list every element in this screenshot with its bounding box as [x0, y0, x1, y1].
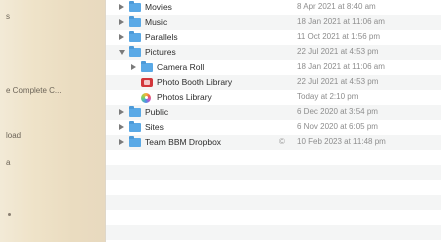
file-date-modified: 8 Apr 2021 at 8:40 am [297, 2, 376, 11]
file-name: Public [145, 107, 169, 117]
disclosure-closed-icon[interactable] [119, 34, 124, 40]
file-name: Photos Library [157, 92, 212, 102]
disclosure-closed-icon[interactable] [119, 109, 124, 115]
file-name: Photo Booth Library [157, 77, 233, 87]
file-date-modified: 6 Dec 2020 at 3:54 pm [297, 107, 378, 116]
disclosure-closed-icon[interactable] [131, 64, 136, 70]
empty-row [106, 180, 441, 195]
sidebar-item[interactable]: s [6, 12, 10, 21]
sidebar-item[interactable]: load [6, 131, 21, 140]
folder-icon [129, 1, 141, 12]
disclosure-closed-icon[interactable] [119, 19, 124, 25]
folder-icon [129, 106, 141, 117]
file-row[interactable]: Camera Roll 18 Jan 2021 at 11:06 am [106, 60, 441, 75]
file-row[interactable]: Movies 8 Apr 2021 at 8:40 am [106, 0, 441, 15]
folder-icon [129, 46, 141, 57]
empty-row [106, 210, 441, 225]
disclosure-open-icon[interactable] [119, 50, 125, 55]
file-list: Movies 8 Apr 2021 at 8:40 am Music 18 Jan 2… [106, 0, 441, 242]
file-row[interactable]: Photos Library Today at 2:10 pm [106, 90, 441, 105]
file-date-modified: 22 Jul 2021 at 4:53 pm [297, 77, 379, 86]
file-row[interactable]: Pictures 22 Jul 2021 at 4:53 pm [106, 45, 441, 60]
folder-icon [129, 16, 141, 27]
file-row[interactable]: Team BBM Dropbox © 10 Feb 2023 at 11:48 pm [106, 135, 441, 150]
sidebar-item[interactable]: a [6, 158, 10, 167]
empty-row [106, 150, 441, 165]
folder-icon [129, 31, 141, 42]
file-name: Movies [145, 2, 172, 12]
file-date-modified: 10 Feb 2023 at 11:48 pm [297, 137, 386, 146]
file-row[interactable]: Photo Booth Library 22 Jul 2021 at 4:53 p… [106, 75, 441, 90]
file-name: Sites [145, 122, 164, 132]
file-name: Pictures [145, 47, 176, 57]
sidebar: s e Complete C... load a [0, 0, 106, 242]
empty-row [106, 195, 441, 210]
sidebar-dot [8, 213, 11, 216]
file-name: Team BBM Dropbox [145, 137, 222, 147]
folder-icon [141, 61, 153, 72]
photos-library-icon [141, 92, 151, 103]
file-row[interactable]: Sites 6 Nov 2020 at 6:05 pm [106, 120, 441, 135]
finder-window: s e Complete C... load a Movies 8 Apr 202… [0, 0, 441, 242]
file-row[interactable]: Public 6 Dec 2020 at 3:54 pm [106, 105, 441, 120]
empty-row [106, 165, 441, 180]
file-date-modified: 11 Oct 2021 at 1:56 pm [297, 32, 381, 41]
sidebar-item[interactable]: e Complete C... [6, 86, 62, 95]
photo-booth-icon [141, 78, 153, 87]
folder-icon [129, 121, 141, 132]
file-name: Music [145, 17, 168, 27]
disclosure-closed-icon[interactable] [119, 124, 124, 130]
file-date-modified: 6 Nov 2020 at 6:05 pm [297, 122, 378, 131]
file-row[interactable]: Parallels 11 Oct 2021 at 1:56 pm [106, 30, 441, 45]
file-date-modified: Today at 2:10 pm [297, 92, 359, 101]
file-date-modified: 18 Jan 2021 at 11:06 am [297, 17, 385, 26]
empty-row [106, 225, 441, 240]
file-name: Camera Roll [157, 62, 205, 72]
file-name: Parallels [145, 32, 178, 42]
folder-icon [129, 136, 141, 147]
disclosure-closed-icon[interactable] [119, 4, 124, 10]
file-date-modified: 18 Jan 2021 at 11:06 am [297, 62, 385, 71]
sync-status-icon: © [279, 137, 285, 146]
disclosure-closed-icon[interactable] [119, 139, 124, 145]
file-date-modified: 22 Jul 2021 at 4:53 pm [297, 47, 379, 56]
file-row[interactable]: Music 18 Jan 2021 at 11:06 am [106, 15, 441, 30]
